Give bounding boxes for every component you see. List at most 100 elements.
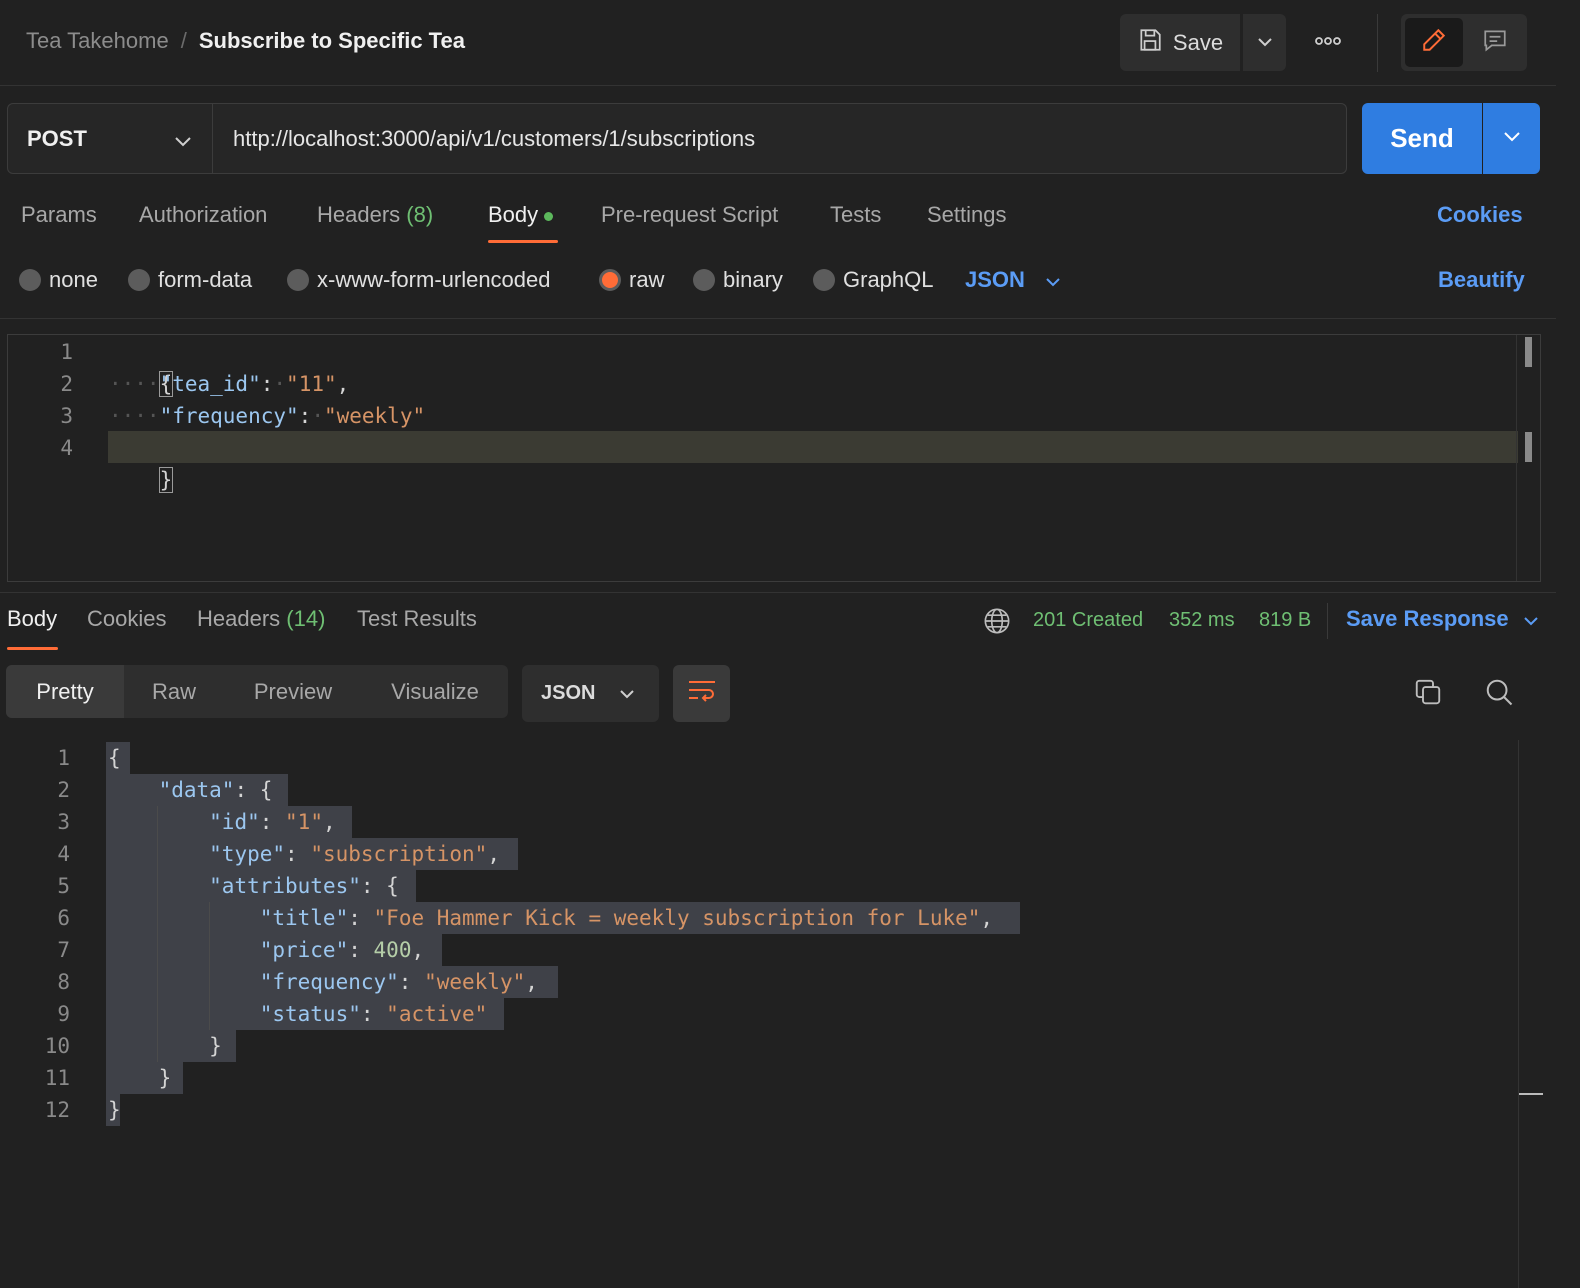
editor-scrollbar[interactable] (1516, 335, 1517, 581)
tab-headers-count: (8) (406, 202, 434, 227)
json-key: "type" (209, 842, 286, 866)
active-tab-indicator (488, 240, 558, 243)
code-line: } (108, 1094, 121, 1126)
send-button[interactable]: Send (1362, 103, 1482, 174)
more-icon (1314, 33, 1342, 51)
line-number: 10 (44, 1034, 70, 1058)
code-line: } (108, 1030, 222, 1062)
word-wrap-button[interactable] (673, 665, 730, 722)
request-body-editor[interactable]: 1 2 3 4 { ····"tea_id":·"11", ····"frequ… (7, 334, 1541, 582)
beautify-button[interactable]: Beautify (1438, 267, 1525, 293)
search-button[interactable] (1479, 674, 1519, 714)
line-number: 5 (57, 874, 70, 898)
response-tab-headers-label: Headers (197, 606, 281, 631)
tab-authorization[interactable]: Authorization (139, 202, 267, 228)
code-line: ····"frequency":·"weekly" (109, 404, 426, 428)
radio-form-data[interactable]: form-data (128, 267, 252, 293)
json-brace: } (158, 1066, 172, 1090)
line-number: 7 (57, 938, 70, 962)
tab-headers-label: Headers (317, 202, 401, 227)
code-line: "data": { (158, 778, 273, 802)
save-icon (1137, 27, 1163, 59)
radio-label: x-www-form-urlencoded (317, 267, 551, 292)
response-tab-test-results[interactable]: Test Results (357, 606, 477, 632)
save-response-button[interactable]: Save Response (1346, 606, 1539, 632)
more-actions-button[interactable] (1306, 26, 1350, 58)
tab-params[interactable]: Params (21, 202, 97, 228)
tab-settings[interactable]: Settings (927, 202, 1007, 228)
url-input[interactable]: http://localhost:3000/api/v1/customers/1… (213, 103, 1347, 174)
comment-icon (1482, 27, 1508, 58)
response-tab-body[interactable]: Body (7, 606, 57, 632)
tab-pre-request-script[interactable]: Pre-request Script (601, 202, 778, 228)
method-label: POST (27, 125, 87, 151)
breadcrumb-collection[interactable]: Tea Takehome (26, 28, 169, 54)
line-number: 9 (57, 1002, 70, 1026)
body-language-select[interactable]: JSON (965, 267, 1061, 293)
chevron-down-icon (174, 128, 192, 154)
json-key: "data" (158, 778, 235, 802)
radio-circle (128, 269, 150, 291)
copy-button[interactable] (1408, 674, 1448, 714)
radio-raw[interactable]: raw (599, 267, 664, 293)
send-options-button[interactable] (1483, 103, 1540, 174)
tab-headers[interactable]: Headers (8) (317, 202, 433, 228)
response-tab-cookies[interactable]: Cookies (87, 606, 166, 632)
code-line: } (108, 1062, 172, 1094)
scroll-marker (1519, 1093, 1543, 1095)
code-line: "title": "Foe Hammer Kick = weekly subsc… (259, 906, 994, 930)
radio-urlencoded[interactable]: x-www-form-urlencoded (287, 267, 551, 293)
globe-icon[interactable] (983, 607, 1011, 640)
radio-none[interactable]: none (19, 267, 98, 293)
code-line: "id": "1", (209, 810, 336, 834)
method-select[interactable]: POST (7, 103, 213, 174)
chevron-down-icon (1503, 130, 1521, 148)
save-options-button[interactable] (1243, 14, 1286, 71)
code-line: { (109, 336, 174, 397)
code-line: } (109, 432, 174, 493)
response-body-viewer[interactable]: 1 2 3 4 5 6 7 8 9 10 11 12 { "data": { "… (0, 740, 1540, 1288)
chevron-down-icon (619, 682, 635, 705)
save-button[interactable]: Save (1120, 14, 1240, 71)
radio-circle (693, 269, 715, 291)
response-time[interactable]: 352 ms (1169, 609, 1235, 632)
line-number: 2 (57, 778, 70, 802)
radio-label: binary (723, 267, 783, 292)
breadcrumb-separator: / (180, 28, 187, 53)
wrap-icon (687, 678, 717, 709)
code-line: { (108, 742, 121, 774)
view-pretty[interactable]: Pretty (6, 665, 124, 718)
radio-label: form-data (158, 267, 253, 292)
line-number: 4 (60, 436, 73, 460)
tab-body-label: Body (488, 202, 539, 227)
header-divider (1377, 14, 1378, 72)
pencil-icon (1421, 27, 1447, 58)
request-title[interactable]: Subscribe to Specific Tea (199, 28, 465, 54)
edit-mode-button[interactable] (1405, 18, 1463, 67)
json-key: "tea_id" (159, 372, 261, 396)
tab-tests[interactable]: Tests (830, 202, 881, 228)
view-visualize[interactable]: Visualize (362, 665, 508, 718)
mode-toggle (1401, 14, 1527, 71)
line-number: 8 (57, 970, 70, 994)
radio-label: GraphQL (843, 267, 934, 292)
radio-binary[interactable]: binary (693, 267, 783, 293)
comments-button[interactable] (1467, 18, 1523, 67)
response-tab-headers-count: (14) (286, 606, 326, 631)
cookies-link[interactable]: Cookies (1437, 202, 1523, 228)
response-format-select[interactable]: JSON (522, 665, 659, 722)
view-raw[interactable]: Raw (124, 665, 224, 718)
radio-graphql[interactable]: GraphQL (813, 267, 934, 293)
save-label: Save (1172, 29, 1224, 55)
json-brace: { (108, 746, 121, 770)
response-size[interactable]: 819 B (1259, 609, 1311, 632)
view-preview[interactable]: Preview (224, 665, 362, 718)
tab-body[interactable]: Body (488, 202, 554, 228)
save-response-label: Save Response (1346, 606, 1509, 631)
status-code[interactable]: 201 Created (1033, 609, 1143, 632)
divider (1327, 603, 1328, 639)
radio-circle (813, 269, 835, 291)
line-number: 1 (60, 340, 73, 364)
response-scrollbar[interactable] (1518, 740, 1519, 1288)
response-tab-headers[interactable]: Headers (14) (197, 606, 325, 632)
